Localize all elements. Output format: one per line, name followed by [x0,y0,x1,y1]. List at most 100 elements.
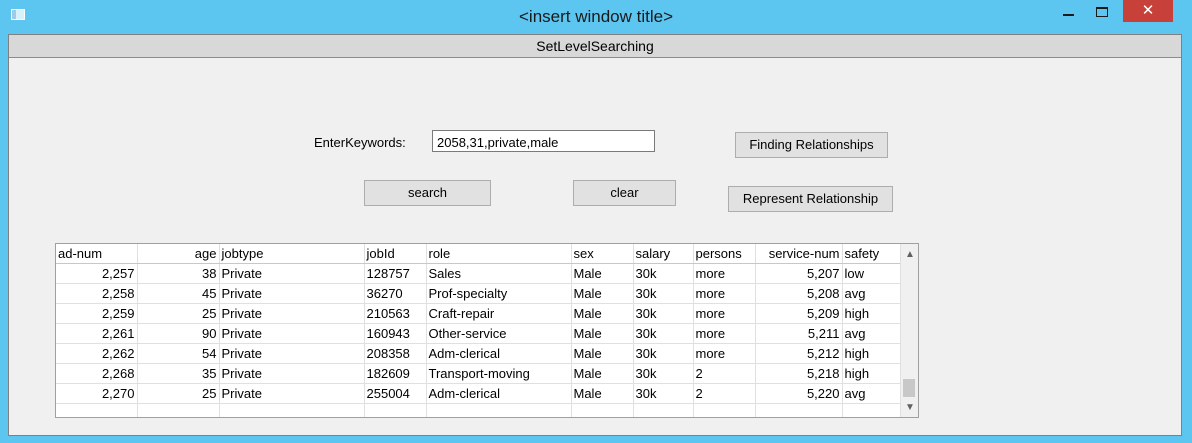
table-row[interactable]: 2,268 35 Private 182609 Transport-moving… [56,363,901,384]
cell-jobtype[interactable]: Private [219,363,365,384]
minimize-button[interactable] [1058,3,1082,21]
cell-jobid[interactable]: 36270 [364,283,427,304]
cell-jobid[interactable]: 210563 [364,303,427,324]
table-row[interactable]: 2,261 90 Private 160943 Other-service Ma… [56,323,901,344]
finding-relationships-button[interactable]: Finding Relationships [735,132,888,158]
cell-role[interactable]: Adm-clerical [426,383,572,404]
search-button[interactable]: search [364,180,491,206]
cell-jobid[interactable]: 182609 [364,363,427,384]
table-row-empty[interactable] [56,403,901,417]
scrollbar-thumb[interactable] [903,379,915,397]
cell-jobid[interactable]: 128757 [364,263,427,284]
cell-age[interactable]: 54 [137,343,220,364]
cell-sex[interactable]: Male [571,283,634,304]
cell-safety[interactable]: avg [842,323,901,344]
cell-salary[interactable]: 30k [633,343,694,364]
cell-jobid[interactable]: 160943 [364,323,427,344]
cell-safety[interactable]: low [842,263,901,284]
cell-ad-num[interactable] [56,403,138,417]
cell-ad-num[interactable]: 2,259 [56,303,138,324]
cell-sex[interactable]: Male [571,303,634,324]
cell-jobtype[interactable]: Private [219,263,365,284]
cell-jobid[interactable]: 208358 [364,343,427,364]
cell-sex[interactable]: Male [571,263,634,284]
cell-jobid[interactable] [364,403,427,417]
cell-sex[interactable]: Male [571,323,634,344]
cell-ad-num[interactable]: 2,257 [56,263,138,284]
cell-age[interactable]: 35 [137,363,220,384]
cell-age[interactable] [137,403,220,417]
cell-role[interactable]: Sales [426,263,572,284]
cell-service-num[interactable]: 5,207 [755,263,843,284]
cell-role[interactable]: Prof-specialty [426,283,572,304]
column-header-salary[interactable]: salary [633,244,694,264]
cell-ad-num[interactable]: 2,262 [56,343,138,364]
cell-role[interactable]: Other-service [426,323,572,344]
cell-role[interactable]: Adm-clerical [426,343,572,364]
cell-sex[interactable] [571,403,634,417]
cell-persons[interactable]: more [693,263,756,284]
column-header-jobid[interactable]: jobId [364,244,427,264]
cell-jobtype[interactable]: Private [219,343,365,364]
cell-persons[interactable]: more [693,283,756,304]
cell-sex[interactable]: Male [571,383,634,404]
cell-salary[interactable]: 30k [633,383,694,404]
cell-role[interactable] [426,403,572,417]
close-button[interactable]: ✕ [1123,0,1173,22]
table-row[interactable]: 2,262 54 Private 208358 Adm-clerical Mal… [56,343,901,364]
cell-persons[interactable]: more [693,303,756,324]
maximize-button[interactable] [1091,3,1115,21]
cell-safety[interactable]: avg [842,283,901,304]
column-header-ad-num[interactable]: ad-num [56,244,138,264]
cell-persons[interactable]: more [693,343,756,364]
cell-service-num[interactable]: 5,209 [755,303,843,324]
cell-ad-num[interactable]: 2,258 [56,283,138,304]
column-header-service-num[interactable]: service-num [755,244,843,264]
cell-persons[interactable]: 2 [693,363,756,384]
cell-service-num[interactable]: 5,208 [755,283,843,304]
column-header-safety[interactable]: safety [842,244,901,264]
clear-button[interactable]: clear [573,180,676,206]
cell-safety[interactable]: high [842,303,901,324]
cell-age[interactable]: 90 [137,323,220,344]
cell-role[interactable]: Transport-moving [426,363,572,384]
cell-persons[interactable] [693,403,756,417]
cell-persons[interactable]: 2 [693,383,756,404]
cell-persons[interactable]: more [693,323,756,344]
cell-sex[interactable]: Male [571,363,634,384]
cell-service-num[interactable]: 5,218 [755,363,843,384]
vertical-scrollbar[interactable]: ▲ ▼ [900,244,918,417]
cell-ad-num[interactable]: 2,268 [56,363,138,384]
cell-age[interactable]: 38 [137,263,220,284]
results-grid[interactable]: ad-num age jobtype jobId role sex salary… [55,243,919,418]
represent-relationship-button[interactable]: Represent Relationship [728,186,893,212]
table-row[interactable]: 2,258 45 Private 36270 Prof-specialty Ma… [56,283,901,304]
column-header-sex[interactable]: sex [571,244,634,264]
table-row[interactable]: 2,270 25 Private 255004 Adm-clerical Mal… [56,383,901,404]
cell-jobtype[interactable]: Private [219,303,365,324]
cell-salary[interactable]: 30k [633,323,694,344]
cell-ad-num[interactable]: 2,261 [56,323,138,344]
cell-service-num[interactable]: 5,220 [755,383,843,404]
table-row[interactable]: 2,257 38 Private 128757 Sales Male 30k m… [56,263,901,284]
cell-salary[interactable]: 30k [633,263,694,284]
cell-salary[interactable]: 30k [633,303,694,324]
cell-service-num[interactable]: 5,211 [755,323,843,344]
cell-salary[interactable] [633,403,694,417]
cell-role[interactable]: Craft-repair [426,303,572,324]
cell-jobtype[interactable]: Private [219,323,365,344]
cell-age[interactable]: 45 [137,283,220,304]
column-header-age[interactable]: age [137,244,220,264]
cell-salary[interactable]: 30k [633,283,694,304]
cell-safety[interactable] [842,403,901,417]
cell-safety[interactable]: high [842,343,901,364]
cell-service-num[interactable]: 5,212 [755,343,843,364]
table-row[interactable]: 2,259 25 Private 210563 Craft-repair Mal… [56,303,901,324]
cell-jobid[interactable]: 255004 [364,383,427,404]
cell-salary[interactable]: 30k [633,363,694,384]
cell-service-num[interactable] [755,403,843,417]
column-header-persons[interactable]: persons [693,244,756,264]
cell-age[interactable]: 25 [137,383,220,404]
keywords-input[interactable] [432,130,655,152]
cell-safety[interactable]: high [842,363,901,384]
